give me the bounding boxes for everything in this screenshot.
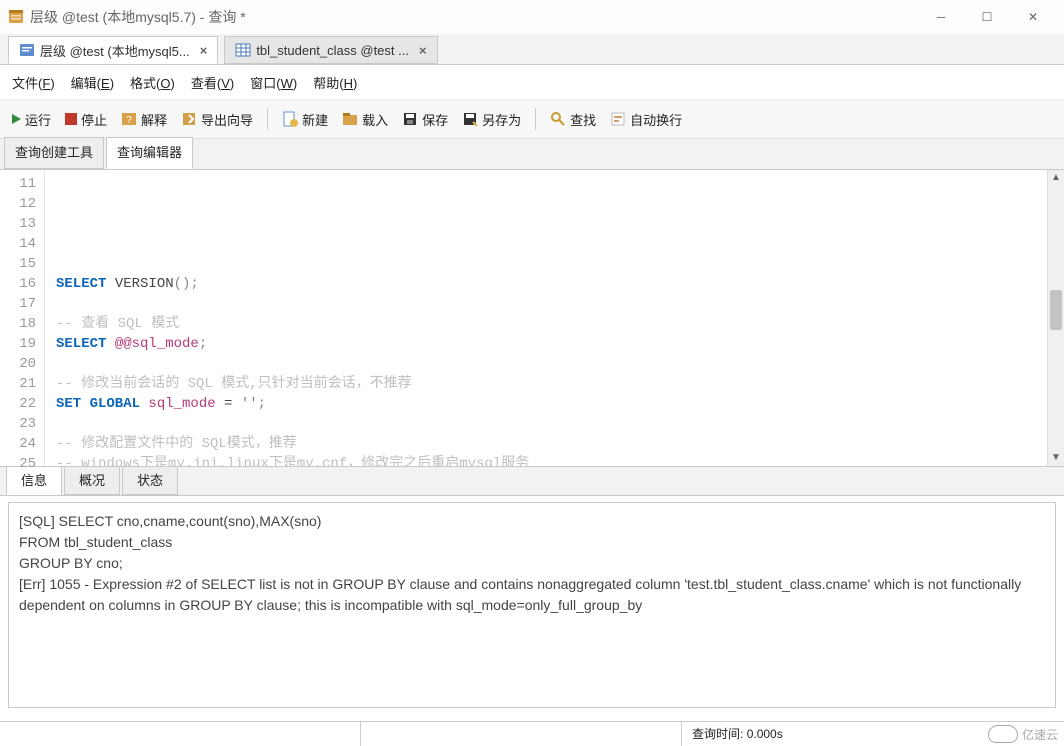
window-titlebar: 层级 @test (本地mysql5.7) - 查询 * ─ ☐ ✕ [0, 0, 1064, 34]
app-icon [8, 9, 24, 25]
code-area[interactable]: SELECT VERSION(); -- 查看 SQL 模式SELECT @@s… [44, 170, 1046, 466]
query-icon [19, 42, 35, 58]
export-icon [181, 111, 197, 127]
load-icon [342, 111, 358, 127]
doc-tab-table[interactable]: tbl_student_class @test ... × [224, 36, 437, 64]
code-line[interactable]: -- 修改配置文件中的 SQL模式，推荐 [56, 434, 1046, 454]
menu-window[interactable]: 窗口(W) [244, 69, 303, 96]
watermark: 亿速云 [988, 725, 1058, 743]
vertical-scrollbar[interactable]: ▲ ▼ [1047, 170, 1064, 466]
close-button[interactable]: ✕ [1010, 4, 1056, 30]
close-icon[interactable]: × [419, 43, 427, 58]
separator [267, 108, 268, 130]
new-icon [282, 111, 298, 127]
tab-overview[interactable]: 概况 [64, 466, 120, 495]
scroll-down-icon[interactable]: ▼ [1048, 450, 1064, 466]
save-icon [402, 111, 418, 127]
window-controls: ─ ☐ ✕ [918, 4, 1056, 30]
menu-edit[interactable]: 编辑(E) [65, 69, 120, 96]
output-line: [SQL] SELECT cno,cname,count(sno),MAX(sn… [19, 511, 1045, 532]
output-pane[interactable]: [SQL] SELECT cno,cname,count(sno),MAX(sn… [8, 502, 1056, 708]
run-button[interactable]: 运行 [6, 107, 57, 132]
menu-view[interactable]: 查看(V) [185, 69, 240, 96]
toolbar: 运行 停止 ?解释 导出向导 新建 载入 保存 另存为 查找 自动换行 [0, 100, 1064, 139]
menu-file[interactable]: 文件(F) [6, 69, 61, 96]
load-button[interactable]: 载入 [336, 107, 394, 132]
minimize-button[interactable]: ─ [918, 4, 964, 30]
maximize-button[interactable]: ☐ [964, 4, 1010, 30]
code-line[interactable]: SET GLOBAL sql_mode = ''; [56, 394, 1046, 414]
svg-text:?: ? [126, 115, 132, 126]
doc-tab-query[interactable]: 层级 @test (本地mysql5... × [8, 36, 218, 64]
code-line[interactable] [56, 354, 1046, 374]
output-line: GROUP BY cno; [19, 553, 1045, 574]
editor-subtabs: 查询创建工具 查询编辑器 [0, 139, 1064, 170]
code-line[interactable] [56, 414, 1046, 434]
wrap-button[interactable]: 自动换行 [604, 107, 688, 132]
query-time-label: 查询时间 [692, 725, 740, 742]
code-line[interactable] [56, 194, 1046, 214]
code-line[interactable]: -- 修改当前会话的 SQL 模式,只针对当前会话，不推荐 [56, 374, 1046, 394]
code-line[interactable]: -- 查看 SQL 模式 [56, 314, 1046, 334]
save-button[interactable]: 保存 [396, 107, 454, 132]
code-line[interactable] [56, 294, 1046, 314]
tab-query-editor[interactable]: 查询编辑器 [106, 137, 193, 169]
scroll-thumb[interactable] [1050, 290, 1062, 330]
query-time-value: 0.000s [747, 727, 783, 741]
doc-tab-label: tbl_student_class @test ... [256, 43, 409, 58]
tab-query-builder[interactable]: 查询创建工具 [4, 137, 104, 169]
scroll-up-icon[interactable]: ▲ [1048, 170, 1064, 186]
export-button[interactable]: 导出向导 [175, 107, 259, 132]
code-line[interactable]: -- windows下是my.ini,linux下是my.cnf，修改完之后重启… [56, 454, 1046, 466]
stop-button[interactable]: 停止 [59, 107, 113, 132]
stop-icon [65, 113, 77, 125]
code-line[interactable]: SELECT @@sql_mode; [56, 334, 1046, 354]
cloud-icon [988, 725, 1018, 743]
code-line[interactable] [56, 214, 1046, 234]
find-button[interactable]: 查找 [544, 107, 602, 132]
saveas-icon [462, 111, 478, 127]
search-icon [550, 111, 566, 127]
explain-icon: ? [121, 111, 137, 127]
menu-format[interactable]: 格式(O) [124, 69, 181, 96]
output-tabs: 信息 概况 状态 [0, 467, 1064, 496]
code-line[interactable] [56, 254, 1046, 274]
code-line[interactable]: SELECT VERSION(); [56, 274, 1046, 294]
new-button[interactable]: 新建 [276, 107, 334, 132]
play-icon [12, 114, 21, 124]
window-title: 层级 @test (本地mysql5.7) - 查询 * [30, 7, 246, 27]
saveas-button[interactable]: 另存为 [456, 107, 527, 132]
doc-tab-label: 层级 @test (本地mysql5... [40, 41, 190, 60]
output-line: FROM tbl_student_class [19, 532, 1045, 553]
tab-status[interactable]: 状态 [122, 466, 178, 495]
menu-help[interactable]: 帮助(H) [307, 69, 363, 96]
explain-button[interactable]: ?解释 [115, 107, 173, 132]
code-line[interactable] [56, 234, 1046, 254]
close-icon[interactable]: × [200, 43, 208, 58]
status-bar: 查询时间: 0.000s [0, 721, 1064, 745]
sql-editor[interactable]: 111213141516171819202122232425 SELECT VE… [0, 170, 1064, 467]
wrap-icon [610, 111, 626, 127]
menubar: 文件(F) 编辑(E) 格式(O) 查看(V) 窗口(W) 帮助(H) [0, 65, 1064, 100]
separator [535, 108, 536, 130]
table-icon [235, 42, 251, 58]
document-tabs: 层级 @test (本地mysql5... × tbl_student_clas… [0, 34, 1064, 65]
code-line[interactable] [56, 174, 1046, 194]
line-number-gutter: 111213141516171819202122232425 [0, 170, 45, 466]
output-line: [Err] 1055 - Expression #2 of SELECT lis… [19, 574, 1045, 616]
